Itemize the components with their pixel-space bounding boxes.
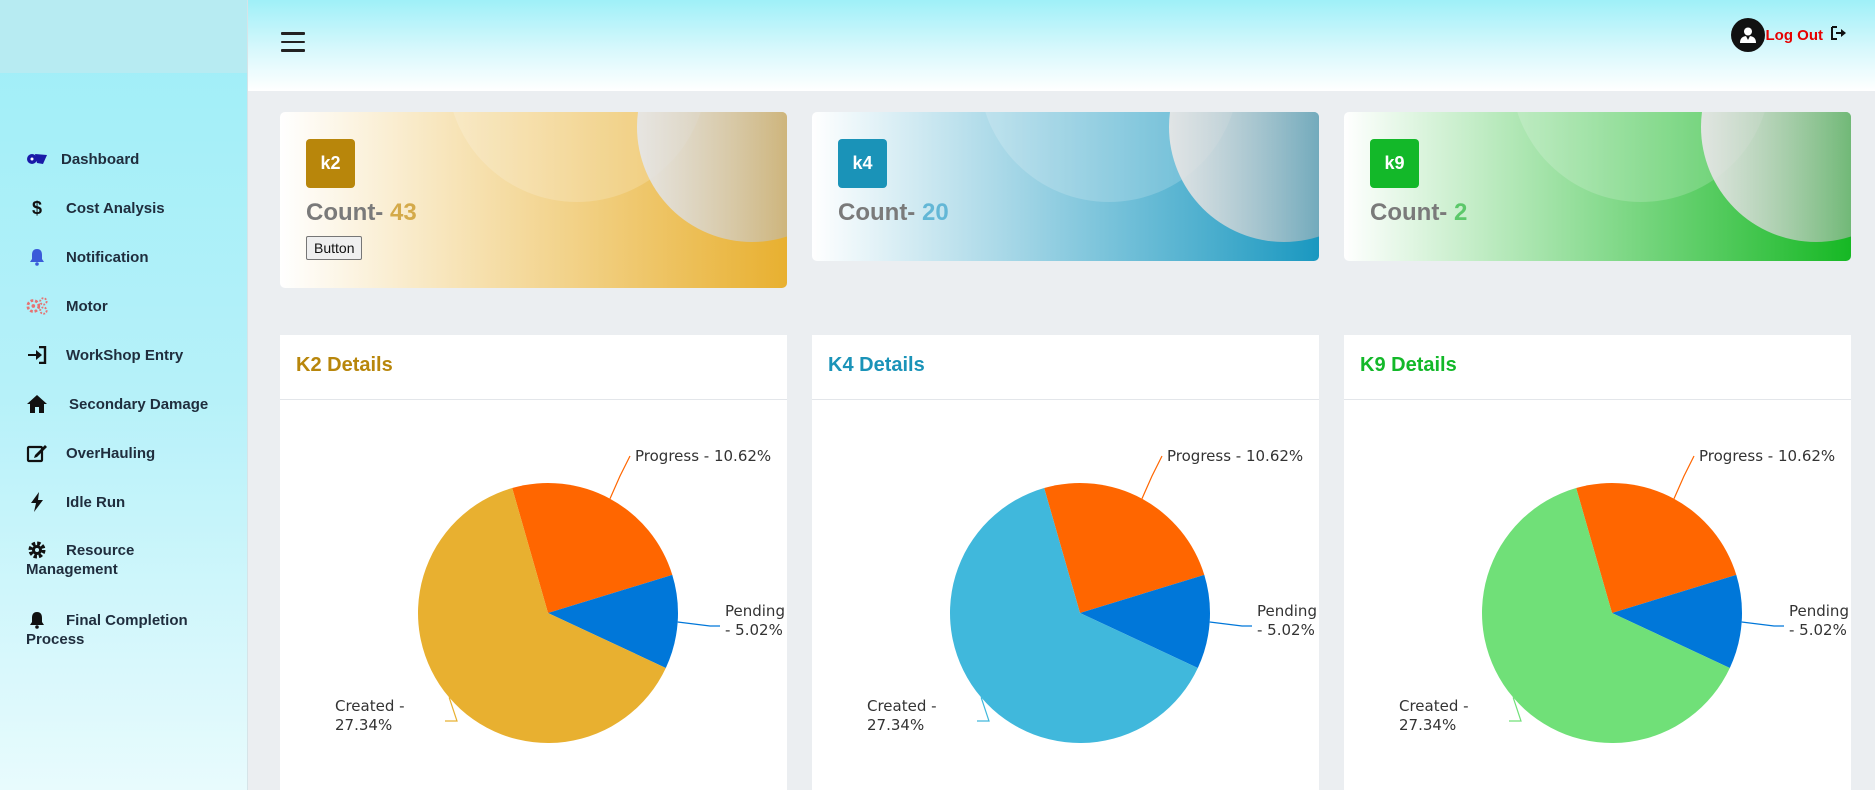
sidebar-logo-area [0, 0, 247, 73]
count-label: Count- [838, 199, 916, 226]
card-title: K4 Details [812, 335, 1319, 400]
pie-leader-line [1209, 621, 1252, 627]
card-button[interactable]: Button [306, 236, 363, 260]
sidebar-item-label: Idle Run [66, 493, 126, 511]
pie-slice-label: Progress - 10.62% [1699, 447, 1835, 465]
sign-in-icon [26, 345, 48, 365]
sidebar-item-dashboard[interactable]: Dashboard [0, 148, 248, 197]
sidebar-item-notification[interactable]: Notification [0, 246, 248, 295]
k9-details-card: K9 Details Progress - 10.62% Pending - 5.0… [1344, 335, 1851, 790]
count-label: Count- [306, 199, 384, 226]
k4-details-card: K4 Details Progress - 10.62% Pending - 5.0… [812, 335, 1319, 790]
pie-leader-line [677, 621, 720, 627]
sidebar-item-label-line2: Process [26, 631, 85, 648]
count-value: 43 [389, 199, 417, 226]
card-title: K9 Details [1344, 335, 1851, 400]
sidebar-item-label: Final Completion [66, 611, 188, 629]
sidebar: Dashboard $ Cost Analysis Notification M… [0, 0, 248, 790]
pie-chart: Progress - 10.62% Pending - 5.02% Created -… [812, 401, 1319, 790]
count-text: Count- 43 [306, 199, 417, 227]
count-card-k2: k2 Count- 43 Button [280, 112, 787, 288]
count-card-k9: k9 Count- 2 [1344, 112, 1851, 261]
card-badge: k4 [838, 139, 887, 188]
count-text: Count- 2 [1370, 199, 1467, 227]
k2-details-card: K2 Details Progress - 10.62% Pending - 5.0… [280, 335, 787, 790]
pie-slice-label: Pending - 5.02% [725, 602, 785, 639]
count-value: 2 [1453, 199, 1468, 226]
pie-slice-label: Progress - 10.62% [1167, 447, 1303, 465]
bell-icon [26, 610, 48, 630]
card-badge: k2 [306, 139, 355, 188]
home-icon [26, 394, 48, 414]
sidebar-item-label: Secondary Damage [69, 395, 209, 413]
gears-icon [26, 296, 48, 316]
sidebar-item-label: Notification [66, 248, 149, 266]
sidebar-item-motor[interactable]: Motor [0, 295, 248, 344]
bolt-icon [26, 492, 48, 512]
user-avatar-icon[interactable] [1731, 18, 1765, 52]
top-bar: Log Out [248, 0, 1875, 91]
sidebar-item-label: OverHauling [66, 444, 156, 462]
sidebar-item-overhauling[interactable]: OverHauling [0, 442, 248, 491]
pie-slice-label: Progress - 10.62% [635, 447, 771, 465]
pie-slice-label: Created -27.34% [1399, 697, 1469, 734]
pie-chart: Progress - 10.62% Pending - 5.02% Created -… [1344, 401, 1851, 790]
sidebar-item-final-completion-process[interactable]: Final Completion Process [0, 610, 248, 680]
main-content: k2 Count- 43 Button k4 Count- 20 k9 Coun… [260, 91, 1872, 790]
pie-slice-label: Created -27.34% [335, 697, 405, 734]
sidebar-item-cost-analysis[interactable]: $ Cost Analysis [0, 197, 248, 246]
pie-leader-line [1141, 455, 1163, 499]
card-title: K2 Details [280, 335, 787, 400]
count-card-k4: k4 Count- 20 [812, 112, 1319, 261]
pie-chart: Progress - 10.62% Pending - 5.02% Created -… [280, 401, 787, 790]
sign-out-icon [1831, 26, 1847, 45]
sidebar-item-label-line2: Management [26, 561, 118, 578]
sidebar-item-idle-run[interactable]: Idle Run [0, 491, 248, 540]
dashboard-icon [26, 149, 48, 169]
count-value: 20 [921, 199, 949, 226]
sidebar-item-resource-management[interactable]: Resource Management [0, 540, 248, 610]
edit-icon [26, 443, 48, 463]
sidebar-item-label: Resource [66, 541, 135, 559]
pie-slice-label: Created -27.34% [867, 697, 937, 734]
card-badge: k9 [1370, 139, 1419, 188]
pie-leader-line [1741, 621, 1784, 627]
gear-icon [26, 540, 48, 560]
sidebar-item-label: WorkShop Entry [66, 346, 184, 364]
count-label: Count- [1370, 199, 1448, 226]
count-text: Count- 20 [838, 199, 949, 227]
pie-leader-line [1673, 455, 1695, 499]
sidebar-item-secondary-damage[interactable]: Secondary Damage [0, 393, 248, 442]
dollar-icon: $ [31, 197, 42, 218]
sidebar-nav: Dashboard $ Cost Analysis Notification M… [0, 148, 248, 680]
sidebar-item-label: Dashboard [61, 150, 140, 168]
logout-button[interactable]: Log Out [1766, 26, 1847, 45]
pie-slice-label: Pending - 5.02% [1789, 602, 1849, 639]
logout-label: Log Out [1765, 27, 1823, 44]
pie-leader-line [609, 455, 631, 499]
sidebar-item-label: Cost Analysis [66, 199, 165, 217]
pie-slice-label: Pending - 5.02% [1257, 602, 1317, 639]
sidebar-item-label: Motor [66, 297, 108, 315]
menu-toggle-icon[interactable] [281, 32, 305, 52]
sidebar-item-workshop-entry[interactable]: WorkShop Entry [0, 344, 248, 393]
bell-icon [26, 247, 48, 267]
